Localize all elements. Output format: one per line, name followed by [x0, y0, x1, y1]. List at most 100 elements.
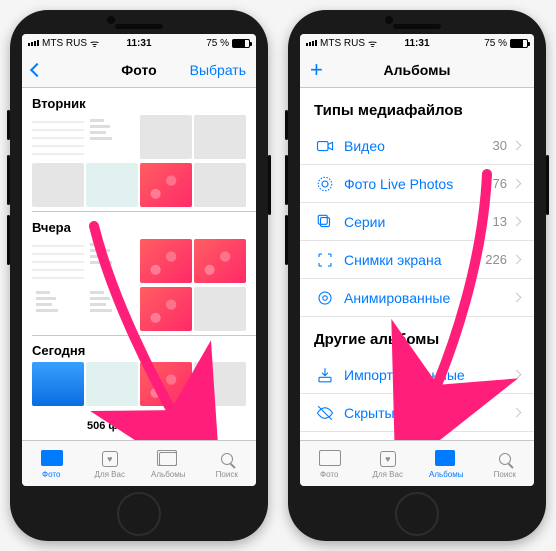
- photo-thumb[interactable]: [140, 163, 192, 207]
- chevron-right-icon: [512, 370, 522, 380]
- search-icon: [499, 453, 511, 465]
- screen-photos: MTS RUS ᯤ 11:31 75 % Фото Выбрать Вторни…: [22, 34, 256, 486]
- tab-bar: Фото Для Вас Альбомы Поиск: [22, 440, 256, 486]
- tab-bar: Фото Для Вас Альбомы Поиск: [300, 440, 534, 486]
- row-count: 76: [493, 176, 507, 191]
- photo-thumb[interactable]: [86, 239, 138, 283]
- photo-thumb[interactable]: [194, 115, 246, 159]
- albums-icon: [437, 452, 455, 466]
- tab-photos[interactable]: Фото: [300, 441, 359, 486]
- albums-content[interactable]: Типы медиафайлов Видео 30 Фото Live Phot…: [300, 88, 534, 440]
- photo-thumb[interactable]: [86, 115, 138, 159]
- photo-thumb[interactable]: [140, 287, 192, 331]
- row-hidden[interactable]: Скрытые: [300, 394, 534, 432]
- row-label: Видео: [336, 138, 493, 154]
- tab-label: Для Вас: [373, 470, 403, 479]
- thumb-row: [22, 163, 256, 211]
- add-button[interactable]: +: [310, 59, 323, 81]
- photo-thumb[interactable]: [194, 362, 246, 406]
- phone-right: MTS RUS ᯤ 11:31 75 % + Альбомы Типы меди…: [288, 10, 546, 541]
- animated-icon: [314, 289, 336, 307]
- nav-title: Фото: [121, 62, 156, 78]
- photos-content[interactable]: Вторник Вчера: [22, 88, 256, 440]
- photo-thumb[interactable]: [32, 115, 84, 159]
- photo-thumb[interactable]: [194, 239, 246, 283]
- section-media-types: Типы медиафайлов: [300, 88, 534, 127]
- screenshot-icon: [314, 251, 336, 269]
- signal-icon: [28, 40, 39, 46]
- back-button[interactable]: [32, 65, 44, 75]
- photo-thumb[interactable]: [194, 163, 246, 207]
- battery-icon: [510, 39, 528, 48]
- chevron-right-icon: [512, 255, 522, 265]
- row-label: Импортированные: [336, 367, 513, 383]
- photo-thumb[interactable]: [140, 362, 192, 406]
- home-button[interactable]: [395, 492, 439, 536]
- status-time: 11:31: [126, 38, 151, 49]
- video-icon: [314, 137, 336, 155]
- library-summary: 506 фото, 30 видео: [22, 410, 256, 436]
- thumb-row: [22, 362, 256, 410]
- tab-label: Альбомы: [151, 470, 185, 479]
- tab-albums[interactable]: Альбомы: [417, 441, 476, 486]
- photo-thumb[interactable]: [86, 287, 138, 331]
- row-video[interactable]: Видео 30: [300, 127, 534, 165]
- search-icon: [221, 453, 233, 465]
- battery-icon: [232, 39, 250, 48]
- photo-thumb[interactable]: [32, 287, 84, 331]
- row-animated[interactable]: Анимированные: [300, 279, 534, 317]
- row-recently-deleted[interactable]: Недавно удаленные 13: [300, 432, 534, 440]
- tab-label: Для Вас: [95, 470, 125, 479]
- tab-foryou[interactable]: Для Вас: [81, 441, 140, 486]
- chevron-right-icon: [512, 408, 522, 418]
- photo-thumb[interactable]: [194, 287, 246, 331]
- section-today: Сегодня: [22, 335, 256, 362]
- photo-thumb[interactable]: [32, 163, 84, 207]
- row-screenshots[interactable]: Снимки экрана 226: [300, 241, 534, 279]
- tab-albums[interactable]: Альбомы: [139, 441, 198, 486]
- photo-thumb[interactable]: [32, 362, 84, 406]
- photos-icon: [319, 452, 339, 466]
- hidden-icon: [314, 404, 336, 422]
- row-label: Снимки экрана: [336, 252, 485, 268]
- section-yesterday: Вчера: [22, 212, 256, 239]
- row-count: 226: [485, 252, 507, 267]
- select-button[interactable]: Выбрать: [190, 62, 246, 78]
- battery-percent: 75 %: [484, 38, 507, 49]
- tab-photos[interactable]: Фото: [22, 441, 81, 486]
- home-button[interactable]: [117, 492, 161, 536]
- screen-albums: MTS RUS ᯤ 11:31 75 % + Альбомы Типы меди…: [300, 34, 534, 486]
- section-other-albums: Другие альбомы: [300, 317, 534, 356]
- wifi-icon: ᯤ: [368, 36, 377, 50]
- phone-left: MTS RUS ᯤ 11:31 75 % Фото Выбрать Вторни…: [10, 10, 268, 541]
- tab-foryou[interactable]: Для Вас: [359, 441, 418, 486]
- row-imported[interactable]: Импортированные: [300, 356, 534, 394]
- status-bar: MTS RUS ᯤ 11:31 75 %: [22, 34, 256, 52]
- row-count: 30: [493, 138, 507, 153]
- carrier-label: MTS RUS: [42, 38, 87, 49]
- chevron-left-icon: [30, 62, 44, 76]
- thumb-row: [22, 115, 256, 163]
- tab-label: Поиск: [216, 470, 238, 479]
- photo-thumb[interactable]: [86, 362, 138, 406]
- photo-thumb[interactable]: [86, 163, 138, 207]
- chevron-right-icon: [512, 141, 522, 151]
- status-time: 11:31: [404, 38, 429, 49]
- row-live-photos[interactable]: Фото Live Photos 76: [300, 165, 534, 203]
- tab-label: Фото: [320, 470, 338, 479]
- tab-search[interactable]: Поиск: [198, 441, 257, 486]
- photo-thumb[interactable]: [140, 239, 192, 283]
- row-label: Анимированные: [336, 290, 513, 306]
- tab-search[interactable]: Поиск: [476, 441, 535, 486]
- nav-bar: Фото Выбрать: [22, 52, 256, 88]
- section-tuesday: Вторник: [22, 88, 256, 115]
- photo-thumb[interactable]: [32, 239, 84, 283]
- row-label: Скрытые: [336, 405, 513, 421]
- tab-label: Альбомы: [429, 470, 463, 479]
- row-bursts[interactable]: Серии 13: [300, 203, 534, 241]
- albums-icon: [159, 452, 177, 466]
- photo-thumb[interactable]: [140, 115, 192, 159]
- signal-icon: [306, 40, 317, 46]
- row-label: Фото Live Photos: [336, 176, 493, 192]
- nav-title: Альбомы: [384, 62, 451, 78]
